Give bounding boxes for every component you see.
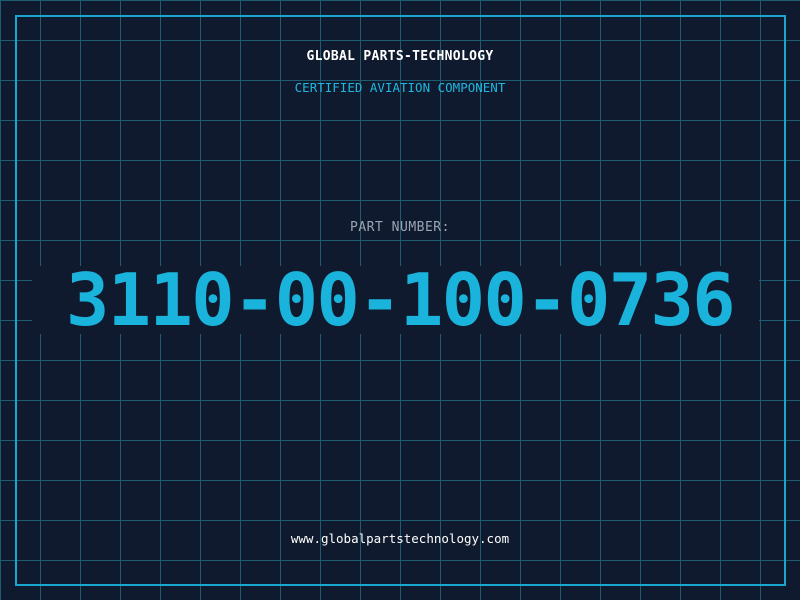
company-name: GLOBAL PARTS-TECHNOLOGY <box>306 49 494 64</box>
company-tagline: CERTIFIED AVIATION COMPONENT <box>294 80 506 95</box>
part-card: GLOBAL PARTS-TECHNOLOGY CERTIFIED AVIATI… <box>0 0 800 600</box>
part-number-label: PART NUMBER: <box>350 220 450 235</box>
website-url: www.globalpartstechnology.com <box>290 531 510 546</box>
part-number-value: 3110-00-100-0736 <box>66 258 736 342</box>
